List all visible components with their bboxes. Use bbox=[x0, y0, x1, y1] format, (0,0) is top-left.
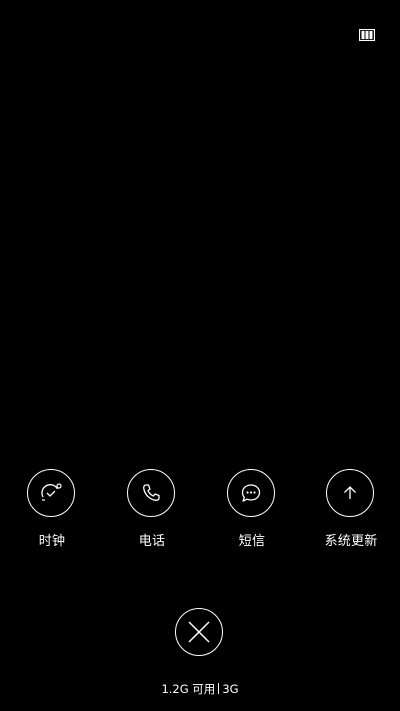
app-system-update-circle[interactable] bbox=[326, 469, 374, 517]
message-icon bbox=[241, 484, 261, 502]
arrow-up-icon bbox=[344, 486, 356, 499]
memory-status: 1.2G 可用 3G bbox=[0, 681, 400, 697]
app-phone-circle[interactable] bbox=[127, 469, 175, 517]
clear-all-button[interactable] bbox=[175, 608, 223, 656]
app-phone-label: 电话 bbox=[138, 534, 166, 549]
app-clock-label: 时钟 bbox=[38, 534, 66, 549]
app-system-update-label: 系统更新 bbox=[324, 534, 378, 549]
app-messages-circle[interactable] bbox=[227, 469, 275, 517]
app-messages[interactable]: 短信 bbox=[212, 469, 292, 559]
clock-icon bbox=[41, 483, 62, 501]
close-icon bbox=[188, 621, 210, 643]
app-clock-circle[interactable] bbox=[27, 469, 75, 517]
lock-recents-icon[interactable] bbox=[358, 26, 376, 42]
memory-separator bbox=[218, 683, 220, 694]
phone-icon bbox=[143, 484, 160, 501]
app-system-update[interactable]: 系统更新 bbox=[311, 469, 391, 559]
app-messages-label: 短信 bbox=[238, 534, 266, 549]
memory-available: 1.2G 可用 bbox=[161, 682, 216, 696]
app-clock[interactable]: 时钟 bbox=[12, 469, 92, 559]
recent-apps-row: 时钟 电话 短信 系统更新 bbox=[0, 469, 400, 559]
memory-total: 3G bbox=[222, 682, 239, 696]
app-phone[interactable]: 电话 bbox=[112, 469, 192, 559]
